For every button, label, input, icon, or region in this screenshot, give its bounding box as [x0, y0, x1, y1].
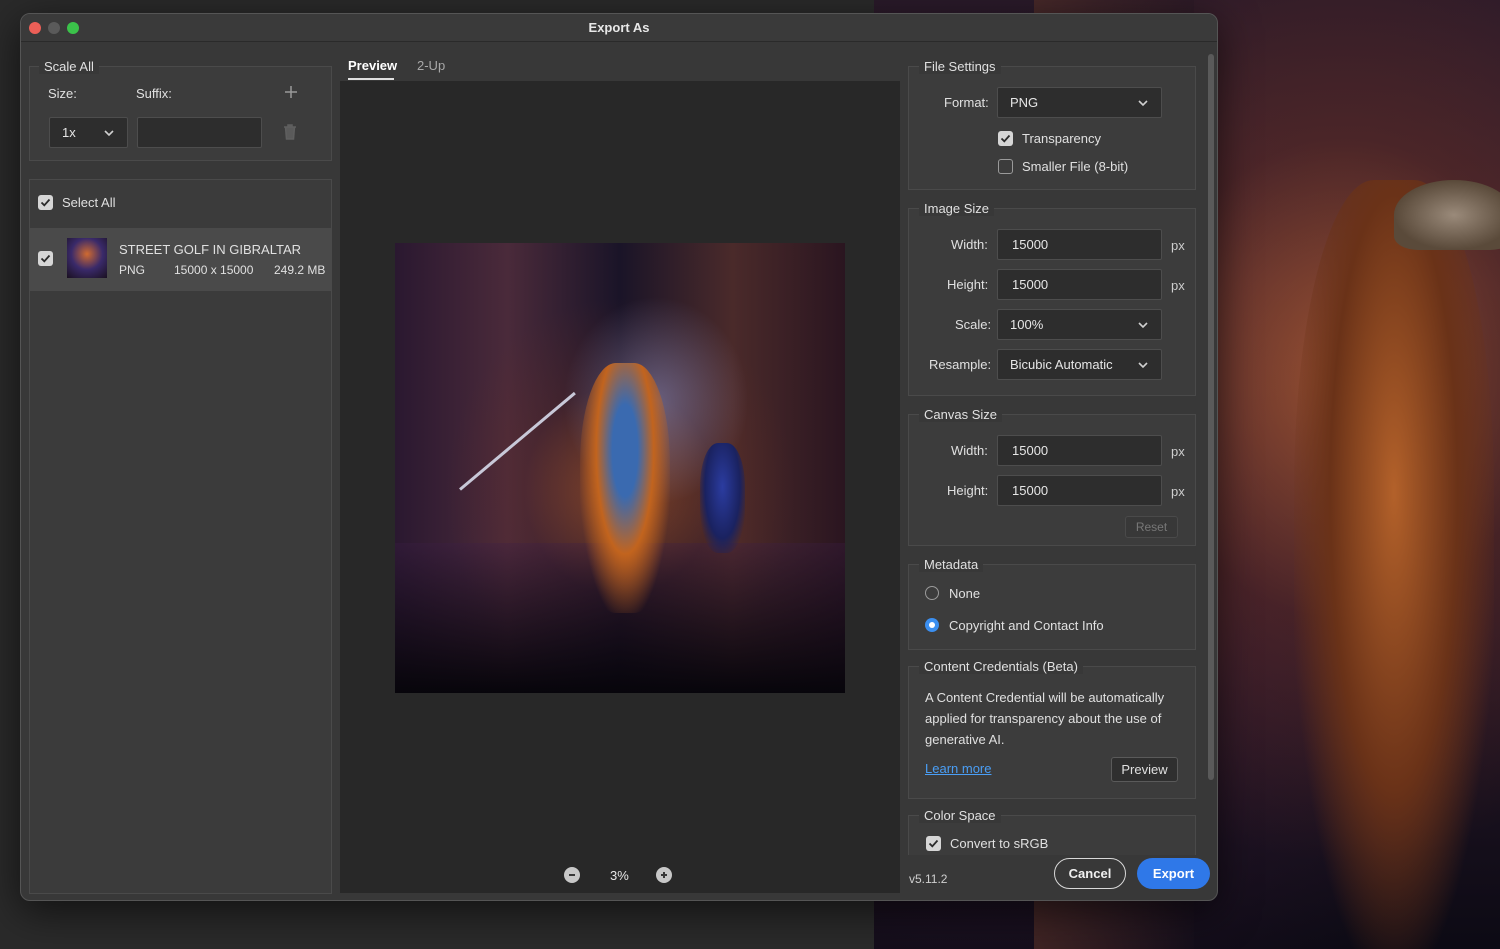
canvas-height-unit: px	[1171, 484, 1185, 499]
settings-scrollbar[interactable]	[1208, 54, 1214, 780]
convert-srgb-label: Convert to sRGB	[950, 836, 1049, 851]
canvas-size-heading: Canvas Size	[919, 407, 1002, 422]
format-label: Format:	[944, 95, 989, 110]
trash-icon[interactable]	[282, 123, 298, 141]
zoom-level: 3%	[610, 868, 629, 883]
size-dropdown[interactable]: 1x	[49, 117, 128, 148]
content-credentials-heading: Content Credentials (Beta)	[919, 659, 1083, 674]
credentials-preview-button[interactable]: Preview	[1111, 757, 1178, 782]
image-width-input[interactable]: 15000	[997, 229, 1162, 260]
add-scale-icon[interactable]	[283, 84, 299, 100]
convert-srgb-checkbox[interactable]	[926, 836, 941, 851]
asset-row[interactable]: STREET GOLF IN GIBRALTAR PNG 15000 x 150…	[30, 228, 331, 291]
image-height-input[interactable]: 15000	[997, 269, 1162, 300]
export-as-dialog: Export As Scale All Size: Suffix: 1x Sel…	[20, 13, 1218, 901]
smaller-file-label: Smaller File (8-bit)	[1022, 159, 1129, 174]
export-button[interactable]: Export	[1137, 858, 1210, 889]
reset-button[interactable]: Reset	[1125, 516, 1178, 538]
learn-more-link[interactable]: Learn more	[925, 761, 991, 776]
artwork-golfer-hat	[1394, 180, 1500, 250]
content-credentials-line-1: A Content Credential will be automatical…	[925, 690, 1165, 705]
suffix-input[interactable]	[137, 117, 262, 148]
select-all-checkbox[interactable]	[38, 195, 53, 210]
zoom-out-icon[interactable]	[564, 867, 580, 883]
preview-image	[395, 243, 845, 693]
size-label: Size:	[48, 86, 77, 101]
zoom-in-icon[interactable]	[656, 867, 672, 883]
asset-thumbnail	[67, 238, 107, 278]
canvas-height-label: Height:	[947, 483, 989, 498]
transparency-checkbox[interactable]	[998, 131, 1013, 146]
metadata-copyright-radio[interactable]	[925, 618, 939, 632]
window-title: Export As	[588, 20, 650, 35]
transparency-label: Transparency	[1022, 131, 1101, 146]
content-credentials-line-3: generative AI.	[925, 732, 1005, 747]
image-size-heading: Image Size	[919, 201, 995, 216]
image-height-unit: px	[1171, 278, 1185, 293]
asset-format: PNG	[119, 263, 146, 277]
image-height-label: Height:	[947, 277, 989, 292]
scale-all-heading: Scale All	[39, 59, 99, 74]
cancel-button[interactable]: Cancel	[1054, 858, 1126, 889]
preview-area[interactable]	[340, 81, 900, 893]
content-credentials-line-2: applied for transparency about the use o…	[925, 711, 1162, 726]
metadata-group	[908, 564, 1196, 650]
canvas-width-input[interactable]: 15000	[997, 435, 1162, 466]
metadata-none-radio[interactable]	[925, 586, 939, 600]
metadata-copyright-label: Copyright and Contact Info	[949, 618, 1104, 633]
format-dropdown[interactable]: PNG	[997, 87, 1162, 118]
artwork-golfer	[580, 363, 670, 613]
file-settings-heading: File Settings	[919, 59, 1001, 74]
color-space-heading: Color Space	[919, 808, 1001, 823]
size-dropdown-value: 1x	[62, 125, 76, 140]
title-bar: Export As	[21, 14, 1217, 42]
chevron-down-icon	[103, 127, 115, 139]
artwork-police-officer	[700, 443, 745, 553]
metadata-none-label: None	[949, 586, 981, 601]
active-tab-indicator	[348, 78, 394, 80]
image-width-label: Width:	[951, 237, 988, 252]
smaller-file-checkbox[interactable]	[998, 159, 1013, 174]
image-width-unit: px	[1171, 238, 1185, 253]
artwork-golf-club	[459, 391, 576, 491]
tab-preview[interactable]: Preview	[348, 58, 397, 73]
scale-dropdown[interactable]: 100%	[997, 309, 1162, 340]
chevron-down-icon	[1137, 97, 1149, 109]
canvas-width-unit: px	[1171, 444, 1185, 459]
scale-dropdown-value: 100%	[1010, 317, 1044, 332]
chevron-down-icon	[1137, 359, 1149, 371]
resample-dropdown[interactable]: Bicubic Automatic	[997, 349, 1162, 380]
asset-dimensions: 15000 x 15000	[174, 263, 254, 277]
artwork-golfer-figure	[1294, 180, 1494, 949]
resample-label: Resample:	[929, 357, 992, 372]
asset-checkbox[interactable]	[38, 251, 53, 266]
canvas-height-input[interactable]: 15000	[997, 475, 1162, 506]
scale-label: Scale:	[955, 317, 992, 332]
select-all-label: Select All	[62, 195, 116, 210]
asset-filesize: 249.2 MB	[274, 263, 326, 277]
asset-name: STREET GOLF IN GIBRALTAR	[119, 242, 302, 257]
version-label: v5.11.2	[909, 872, 948, 886]
metadata-heading: Metadata	[919, 557, 984, 572]
canvas-width-label: Width:	[951, 443, 988, 458]
tab-2-up[interactable]: 2-Up	[417, 58, 445, 73]
suffix-label: Suffix:	[136, 86, 172, 101]
resample-dropdown-value: Bicubic Automatic	[1010, 357, 1113, 372]
chevron-down-icon	[1137, 319, 1149, 331]
format-dropdown-value: PNG	[1010, 95, 1039, 110]
